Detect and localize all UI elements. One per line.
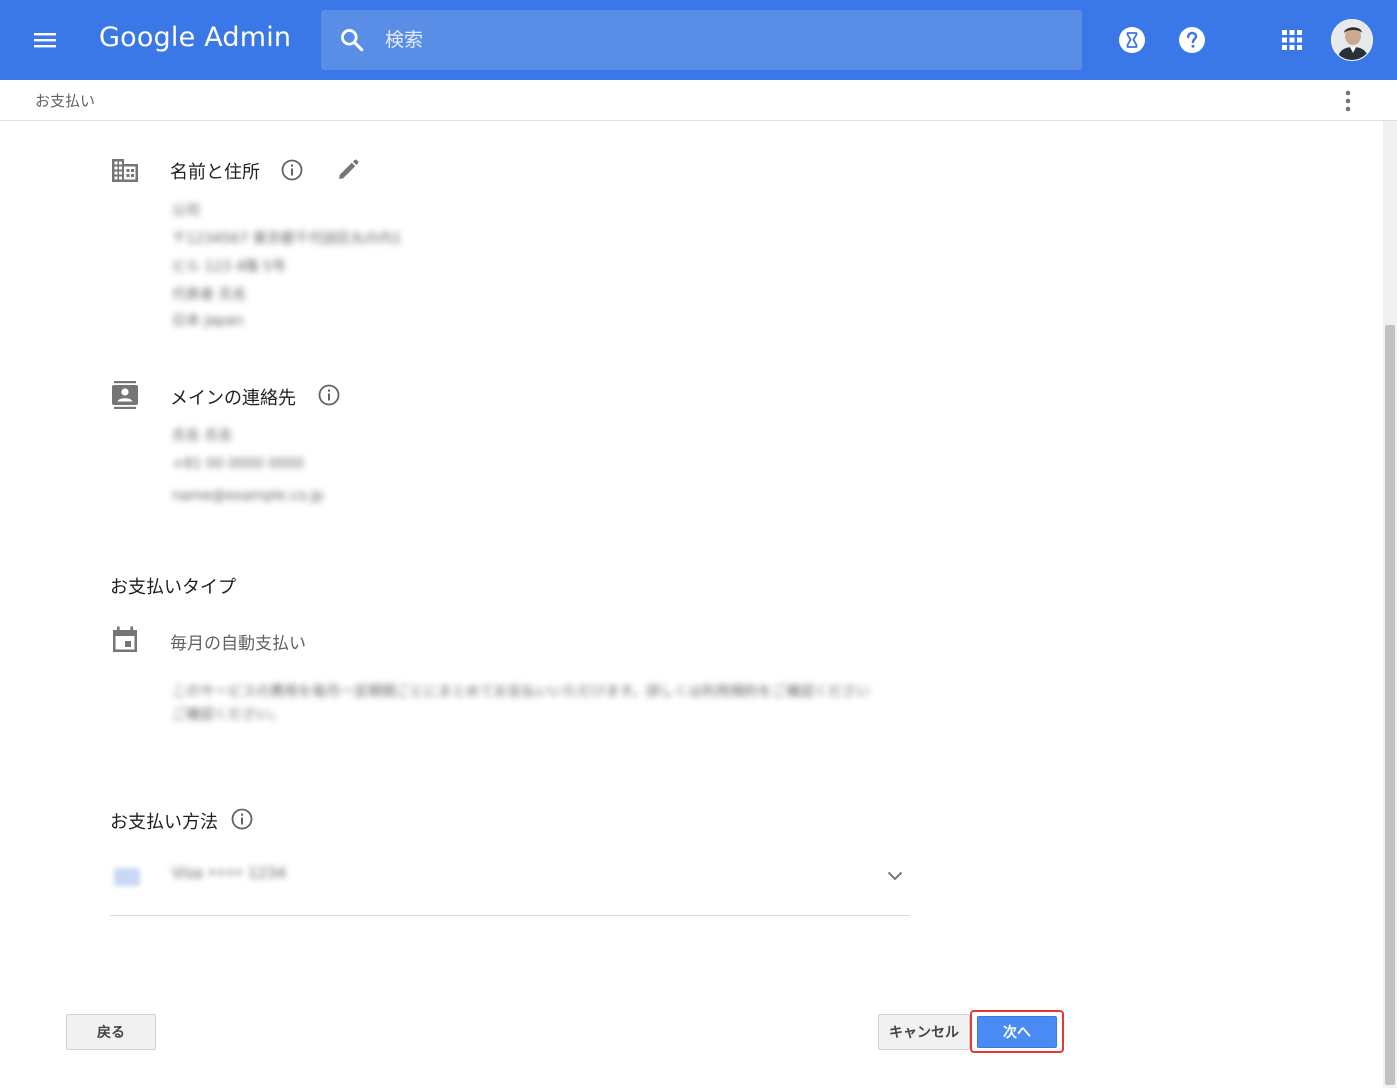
top-app-bar: Google Admin (0, 0, 1397, 80)
main-contact-line-3: name@example.co.jp (172, 488, 324, 504)
payment-method-value: Visa •••• 1234 (172, 864, 287, 882)
business-building-icon (112, 159, 138, 182)
google-admin-logo[interactable]: Google Admin (99, 22, 291, 53)
account-avatar[interactable] (1331, 19, 1373, 61)
breadcrumb-bar: お支払い (0, 80, 1397, 121)
payment-method-select[interactable]: Visa •••• 1234 (110, 850, 910, 916)
next-button[interactable]: 次へ (977, 1016, 1057, 1048)
next-button-highlight: 次へ (970, 1010, 1064, 1053)
search-icon (341, 29, 364, 52)
back-button[interactable]: 戻る (66, 1014, 156, 1050)
apps-grid-icon[interactable] (1277, 25, 1307, 55)
card-brand-icon (114, 868, 140, 886)
payment-type-heading: お支払いタイプ (110, 577, 236, 598)
payment-method-heading: お支払い方法 (110, 812, 218, 833)
breadcrumb[interactable]: お支払い (35, 90, 95, 111)
hourglass-icon[interactable] (1117, 25, 1147, 55)
info-icon[interactable] (280, 158, 304, 182)
help-icon[interactable] (1177, 25, 1207, 55)
page-scrollbar[interactable] (1383, 121, 1397, 1088)
payment-type-description-line-1: このサービスの費用を毎月一定期間ごとにまとめてお支払いいただけます。詳しくは利用… (172, 684, 871, 700)
info-icon[interactable] (230, 807, 254, 831)
name-address-line-3: ビル 123 4階 5号 (172, 259, 286, 275)
payment-type-description-line-2: ご確認ください。 (172, 707, 284, 723)
search-bar[interactable] (321, 10, 1082, 70)
avatar-person-icon (1332, 20, 1372, 60)
name-address-line-2: 〒1234567 東京都千代田区丸の内1 (172, 231, 402, 247)
edit-pencil-icon[interactable] (336, 158, 360, 182)
main-contact-title: メインの連絡先 (170, 388, 296, 409)
more-vert-icon[interactable] (1337, 88, 1359, 114)
monthly-auto-payment-label: 毎月の自動支払い (170, 634, 306, 654)
calendar-icon (113, 626, 137, 652)
name-address-line-4: 代表者 氏名 (172, 287, 247, 303)
main-menu-button[interactable] (25, 20, 65, 60)
search-input[interactable] (385, 10, 1065, 70)
name-address-line-5: 日本 Japan (172, 313, 244, 329)
menu-icon (34, 33, 56, 48)
scrollbar-thumb[interactable] (1385, 325, 1395, 1085)
main-contact-line-2: +81 00 0000 0000 (172, 456, 304, 472)
chevron-down-icon (887, 871, 903, 881)
main-contact-line-1: 氏名 氏名 (172, 428, 233, 444)
contacts-icon (112, 381, 138, 409)
info-icon[interactable] (317, 383, 341, 407)
name-address-line-1: 公司 (172, 203, 200, 219)
name-address-title: 名前と住所 (170, 162, 260, 183)
cancel-button[interactable]: キャンセル (878, 1014, 970, 1050)
